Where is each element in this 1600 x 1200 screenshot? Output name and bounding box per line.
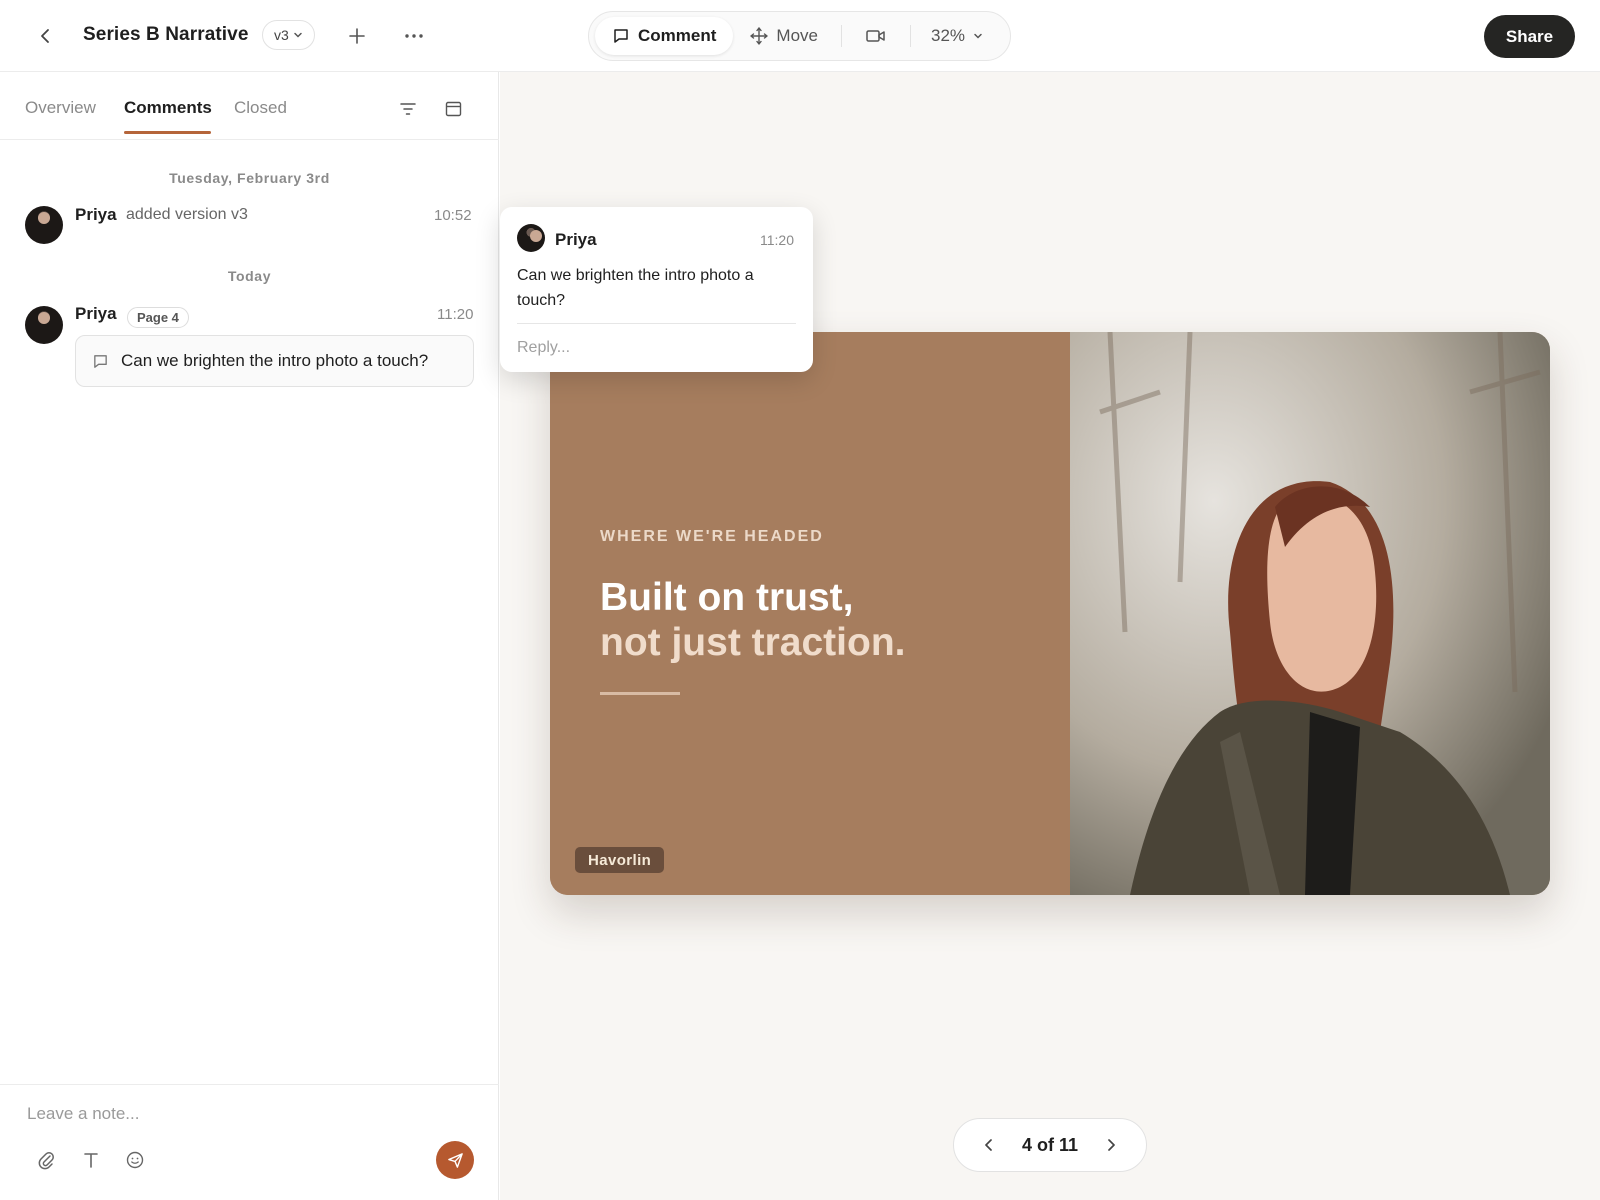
comment-time: 11:20 (437, 306, 474, 323)
present-button[interactable] (848, 17, 904, 55)
brand-tag: Havorlin (575, 847, 665, 873)
comment-icon (94, 354, 107, 368)
back-button[interactable] (32, 22, 60, 50)
reply-input[interactable] (517, 335, 796, 361)
send-button[interactable] (436, 1141, 474, 1179)
comment-mode-button[interactable]: Comment (595, 17, 734, 55)
day-divider: Today (227, 268, 272, 284)
activity-time: 10:52 (434, 207, 472, 224)
top-bar: Series B Narrative v3 Comment Move 32% S… (0, 0, 1600, 72)
activity-author: Priya (75, 205, 117, 224)
previous-page-button[interactable] (976, 1132, 1002, 1158)
paperclip-icon (38, 1152, 54, 1170)
page-badge[interactable]: Page 4 (127, 307, 189, 328)
note-input[interactable] (27, 1100, 467, 1128)
slide-page[interactable]: WHERE WE'RE HEADED Built on trust, not j… (550, 332, 1550, 895)
day-divider: Tuesday, February 3rd (169, 170, 330, 186)
comment-author: Priya (75, 304, 117, 323)
attach-button[interactable] (32, 1146, 60, 1174)
panel-layout-button[interactable] (441, 97, 465, 121)
tab-overview[interactable]: Overview (25, 98, 96, 118)
video-icon (866, 30, 885, 42)
active-tab-indicator (124, 131, 211, 134)
document-title[interactable]: Series B Narrative (83, 24, 249, 46)
emoji-button[interactable] (121, 1146, 149, 1174)
mode-toolbar: Comment Move 32% (588, 11, 1011, 61)
more-options-button[interactable] (398, 20, 430, 52)
avatar (25, 306, 63, 344)
move-mode-button[interactable]: Move (733, 17, 835, 55)
comment-mode-label: Comment (638, 26, 717, 45)
comment-card[interactable]: Can we brighten the intro photo a touch? (75, 335, 474, 387)
ellipsis-icon (405, 34, 423, 38)
version-dropdown[interactable]: v3 (262, 20, 315, 50)
slide-photo (1070, 332, 1550, 895)
filter-button[interactable] (396, 97, 420, 121)
zoom-dropdown[interactable]: 32% (917, 26, 997, 46)
portrait-image (1070, 332, 1550, 895)
filter-icon (400, 103, 416, 115)
page-navigator: 4 of 11 (953, 1118, 1147, 1172)
slide-text-panel: WHERE WE'RE HEADED Built on trust, not j… (550, 332, 1070, 895)
tab-comments[interactable]: Comments (124, 98, 212, 118)
add-button[interactable] (341, 20, 373, 52)
chevron-left-icon (41, 29, 49, 43)
send-icon (447, 1152, 463, 1168)
avatar (25, 206, 63, 244)
comments-sidebar: Overview Comments Closed Tuesday, Februa… (0, 72, 499, 1200)
next-page-button[interactable] (1098, 1132, 1124, 1158)
move-icon (750, 27, 769, 45)
slide-headline: Built on trust, (600, 576, 854, 619)
chevron-down-icon (294, 32, 302, 38)
chevron-left-icon (985, 1139, 992, 1151)
text-format-button[interactable] (77, 1146, 105, 1174)
sidebar-tabs: Overview Comments Closed (0, 72, 499, 140)
move-mode-label: Move (776, 26, 818, 45)
comment-text: Can we brighten the intro photo a touch? (121, 351, 429, 370)
zoom-level: 32% (930, 26, 966, 45)
share-button[interactable]: Share (1484, 15, 1575, 58)
popover-author: Priya (555, 230, 597, 249)
comment-popover: Priya 11:20 Can we brighten the intro ph… (500, 207, 813, 372)
avatar (517, 224, 545, 252)
popover-comment-text: Can we brighten the intro photo a touch? (517, 267, 754, 309)
panel-icon (445, 101, 461, 117)
slide-eyebrow: WHERE WE'RE HEADED (600, 528, 824, 545)
slide-divider (600, 692, 680, 695)
slide-subhead: not just traction. (600, 621, 906, 664)
activity-text: added version v3 (126, 206, 248, 223)
page-indicator: 4 of 11 (1021, 1134, 1079, 1155)
chevron-right-icon (1108, 1139, 1115, 1151)
tab-closed[interactable]: Closed (234, 98, 287, 118)
toolbar-divider (909, 25, 911, 47)
chevron-down-icon (974, 33, 982, 39)
text-icon (84, 1153, 98, 1168)
toolbar-divider (840, 25, 842, 47)
comment-icon (614, 29, 628, 43)
version-label: v3 (274, 27, 289, 43)
smiley-icon (126, 1151, 144, 1169)
plus-icon (349, 28, 365, 44)
popover-divider (517, 323, 796, 324)
popover-time: 11:20 (760, 232, 794, 248)
